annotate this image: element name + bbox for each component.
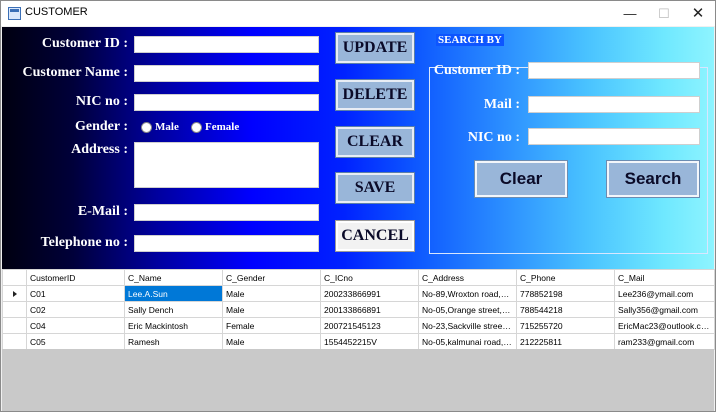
column-header[interactable]: C_ICno: [320, 269, 419, 286]
search-button[interactable]: Search: [606, 160, 700, 198]
table-cell[interactable]: Sally356@gmail.com: [614, 301, 715, 318]
customer-window: CUSTOMER — ☐ ✕ Customer ID : Customer Na…: [0, 0, 716, 412]
row-pointer-icon: [12, 290, 17, 297]
table-row[interactable]: C01 Lee.A.Sun Male 200233866991 No-89,Wr…: [2, 285, 715, 302]
nic-input[interactable]: [134, 94, 319, 111]
table-cell[interactable]: 778852198: [516, 285, 615, 302]
update-button[interactable]: UPDATE: [335, 32, 415, 64]
column-header[interactable]: C_Address: [418, 269, 517, 286]
email-input[interactable]: [134, 204, 319, 221]
form-icon: [8, 7, 21, 20]
search-group-title: SEARCH BY: [436, 34, 504, 46]
customer-id-input[interactable]: [134, 36, 319, 53]
row-header[interactable]: [2, 333, 27, 350]
search-nic-label: NIC no :: [467, 130, 520, 145]
save-button[interactable]: SAVE: [335, 172, 415, 204]
table-cell[interactable]: Male: [222, 333, 321, 350]
customer-data-grid[interactable]: CustomerID C_Name C_Gender C_ICno C_Addr…: [2, 269, 715, 350]
address-label: Address :: [71, 142, 128, 157]
table-cell[interactable]: 200233866991: [320, 285, 419, 302]
table-cell[interactable]: 200133866891: [320, 301, 419, 318]
clear-form-button[interactable]: CLEAR: [335, 126, 415, 158]
column-header[interactable]: C_Name: [124, 269, 223, 286]
column-header[interactable]: C_Phone: [516, 269, 615, 286]
table-cell[interactable]: 1554452215V: [320, 333, 419, 350]
male-radio[interactable]: [141, 122, 152, 133]
female-radio-label: Female: [205, 121, 240, 133]
email-label: E-Mail :: [77, 204, 128, 219]
cancel-button[interactable]: CANCEL: [335, 220, 415, 252]
row-header-corner: [2, 269, 27, 286]
search-customer-id-label: Customer ID :: [433, 63, 520, 78]
row-header[interactable]: [2, 317, 27, 334]
window-title: CUSTOMER: [25, 6, 88, 18]
gender-label: Gender :: [74, 119, 128, 134]
minimize-button[interactable]: —: [613, 1, 647, 26]
table-cell[interactable]: 788544218: [516, 301, 615, 318]
telephone-label: Telephone no :: [40, 235, 128, 250]
grid-header-row: CustomerID C_Name C_Gender C_ICno C_Addr…: [2, 269, 715, 286]
table-row[interactable]: C02 Sally Dench Male 200133866891 No-05,…: [2, 301, 715, 318]
male-radio-label: Male: [155, 121, 179, 133]
customer-name-label: Customer Name :: [22, 65, 129, 80]
table-cell[interactable]: Lee236@ymail.com: [614, 285, 715, 302]
table-cell[interactable]: 212225811: [516, 333, 615, 350]
table-cell[interactable]: Eric Mackintosh: [124, 317, 223, 334]
search-nic-input[interactable]: [528, 128, 700, 145]
female-radio[interactable]: [191, 122, 202, 133]
grid-empty-area: [2, 349, 714, 411]
table-cell[interactable]: No-05,Orange street,Ken...: [418, 301, 517, 318]
search-mail-label: Mail :: [483, 97, 520, 112]
table-cell[interactable]: C01: [26, 285, 125, 302]
telephone-input[interactable]: [134, 235, 319, 252]
customer-form-panel: Customer ID : Customer Name : NIC no : G…: [2, 27, 714, 269]
table-cell[interactable]: No-89,Wroxton road,Hert...: [418, 285, 517, 302]
column-header[interactable]: CustomerID: [26, 269, 125, 286]
column-header[interactable]: C_Mail: [614, 269, 715, 286]
table-cell[interactable]: ram233@gmail.com: [614, 333, 715, 350]
table-cell[interactable]: EricMac23@outlook.com: [614, 317, 715, 334]
customer-id-label: Customer ID :: [41, 36, 128, 51]
address-textarea[interactable]: [134, 142, 319, 188]
table-cell[interactable]: Ramesh: [124, 333, 223, 350]
delete-button[interactable]: DELETE: [335, 79, 415, 111]
table-cell[interactable]: 715255720: [516, 317, 615, 334]
close-button[interactable]: ✕: [681, 1, 715, 26]
table-cell[interactable]: C04: [26, 317, 125, 334]
customer-name-input[interactable]: [134, 65, 319, 82]
table-cell[interactable]: Female: [222, 317, 321, 334]
row-header[interactable]: [2, 301, 27, 318]
search-mail-input[interactable]: [528, 96, 700, 113]
table-cell[interactable]: Male: [222, 301, 321, 318]
nic-label: NIC no :: [75, 94, 128, 109]
table-cell[interactable]: Male: [222, 285, 321, 302]
table-cell[interactable]: No-23,Sackville street,W...: [418, 317, 517, 334]
column-header[interactable]: C_Gender: [222, 269, 321, 286]
table-cell[interactable]: C02: [26, 301, 125, 318]
table-row[interactable]: C05 Ramesh Male 1554452215V No-05,kalmun…: [2, 333, 715, 350]
title-bar: CUSTOMER — ☐ ✕: [1, 1, 715, 26]
maximize-button[interactable]: ☐: [647, 1, 681, 26]
table-cell[interactable]: Sally Dench: [124, 301, 223, 318]
table-cell-selected[interactable]: Lee.A.Sun: [124, 285, 223, 302]
table-cell[interactable]: 200721545123: [320, 317, 419, 334]
search-clear-button[interactable]: Clear: [474, 160, 568, 198]
table-row[interactable]: C04 Eric Mackintosh Female 200721545123 …: [2, 317, 715, 334]
row-header[interactable]: [2, 285, 27, 302]
table-cell[interactable]: No-05,kalmunai road, Ba...: [418, 333, 517, 350]
table-cell[interactable]: C05: [26, 333, 125, 350]
search-customer-id-input[interactable]: [528, 62, 700, 79]
